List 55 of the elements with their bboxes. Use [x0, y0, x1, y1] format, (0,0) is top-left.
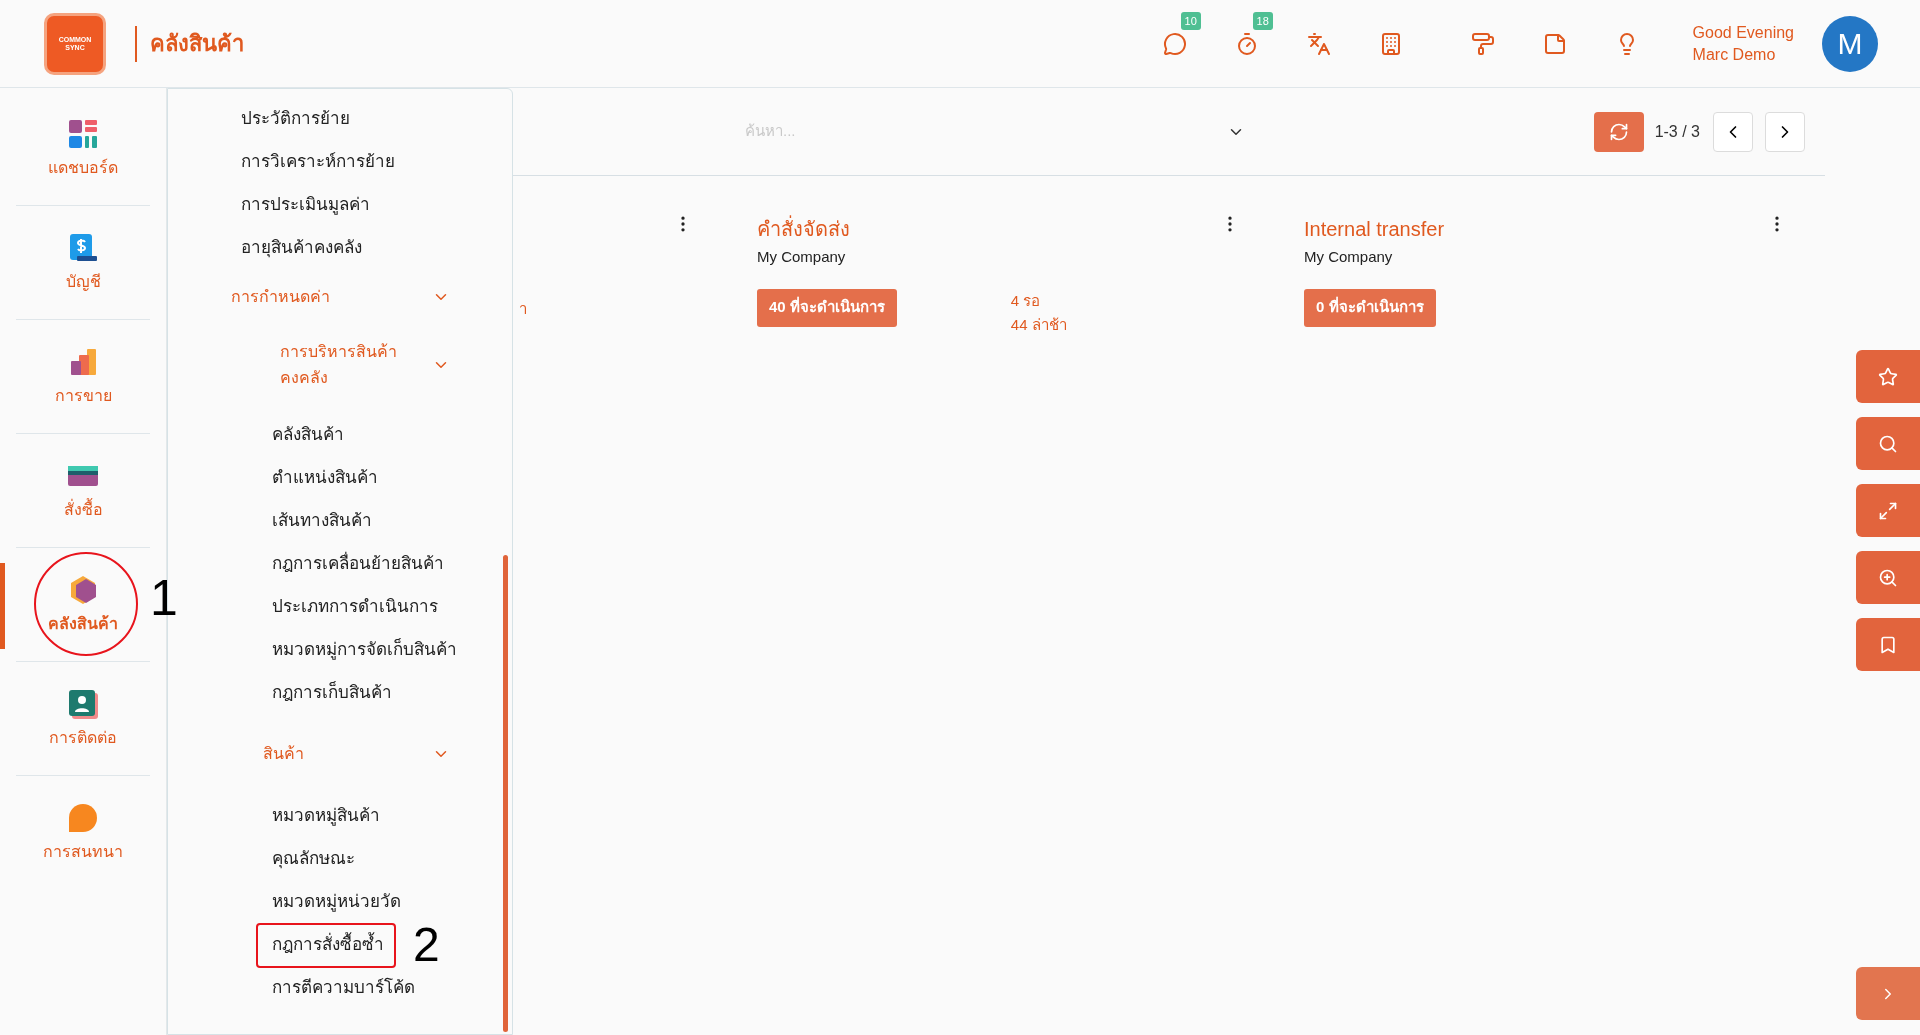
count-badge: 18: [1252, 11, 1273, 30]
step-number: 1: [150, 570, 178, 626]
menu-item[interactable]: อายุสินค้าคงคลัง: [241, 234, 362, 261]
refresh-button[interactable]: [1593, 111, 1644, 152]
avatar[interactable]: M: [1822, 15, 1878, 72]
sidebar-item[interactable]: การติดต่อ: [43, 686, 123, 752]
menu-item[interactable]: หมวดหมู่การจัดเก็บสินค้า: [272, 636, 457, 663]
step-number: 2: [413, 919, 440, 971]
refresh-icon: [1608, 121, 1629, 142]
menu-item[interactable]: การตีความบาร์โค้ด: [272, 974, 415, 1001]
menu-item[interactable]: ประวัติการย้าย: [241, 105, 350, 132]
menu-item[interactable]: การประเมินมูลค่า: [241, 191, 370, 218]
menu-item[interactable]: ประเภทการดำเนินการ: [272, 593, 438, 620]
bookmark-icon[interactable]: [1856, 618, 1920, 671]
status-link[interactable]: 44 ล่าช้า: [1010, 312, 1067, 337]
menu-group-header[interactable]: สินค้า: [263, 742, 304, 766]
speech-bubble-icon: [67, 802, 99, 834]
action-button[interactable]: 0 ที่จะดำเนินการ: [1304, 288, 1436, 327]
page-title: คลังสินค้า: [150, 30, 244, 58]
sidebar-item[interactable]: การขาย: [48, 344, 118, 410]
greeting: Good Evening: [1692, 22, 1794, 43]
sidebar-item[interactable]: การสนทนา: [37, 800, 129, 866]
menu-item[interactable]: เส้นทางสินค้า: [272, 507, 372, 534]
user-name: Marc Demo: [1692, 44, 1777, 65]
menu-item[interactable]: การวิเคราะห์การย้าย: [241, 148, 395, 175]
search-icon[interactable]: [1856, 417, 1920, 470]
menu-group-header[interactable]: การบริหารสินค้าคงคลัง: [280, 339, 400, 391]
grid-icon: [67, 118, 99, 150]
pager-text: 1-3 / 3: [1654, 121, 1700, 142]
menu-item[interactable]: กฎการเก็บสินค้า: [272, 679, 392, 706]
card-title[interactable]: Internal transfer: [1304, 214, 1445, 244]
count-badge: 10: [1180, 11, 1201, 30]
card-title[interactable]: คำสั่งจัดส่ง: [757, 214, 850, 244]
menu-item[interactable]: หมวดหมู่หน่วยวัด: [272, 888, 401, 915]
company-name: My Company: [757, 247, 847, 267]
sidebar-item[interactable]: สั่งซื้อ: [57, 458, 109, 524]
menu-item[interactable]: กฎการสั่งซื้อซ้ำ: [272, 931, 384, 958]
contact-card-icon: [67, 688, 99, 720]
zoom-in-icon[interactable]: [1856, 551, 1920, 604]
action-button[interactable]: 40 ที่จะดำเนินการ: [757, 288, 897, 327]
menu-item[interactable]: ตำแหน่งสินค้า: [272, 464, 378, 491]
status-link[interactable]: 4 รอ: [1010, 288, 1067, 313]
menu-group-header[interactable]: การกำหนดค่า: [231, 285, 330, 309]
invoice-icon: [67, 232, 99, 264]
menu-item[interactable]: คุณลักษณะ: [272, 845, 355, 872]
sidebar-item[interactable]: แดชบอร์ด: [42, 116, 124, 182]
expand-icon[interactable]: [1856, 484, 1920, 537]
menu-item[interactable]: หมวดหมู่สินค้า: [272, 802, 380, 829]
sidebar-item[interactable]: บัญชี: [59, 230, 107, 296]
menu-item[interactable]: คลังสินค้า: [272, 421, 344, 448]
company-name: My Company: [1304, 247, 1394, 267]
scrollbar-thumb[interactable]: [503, 555, 508, 1032]
menu-item[interactable]: กฎการเคลื่อนย้ายสินค้า: [272, 550, 444, 577]
sidebar-item[interactable]: คลังสินค้า: [42, 572, 124, 638]
card-text-fragment: า: [519, 299, 527, 319]
